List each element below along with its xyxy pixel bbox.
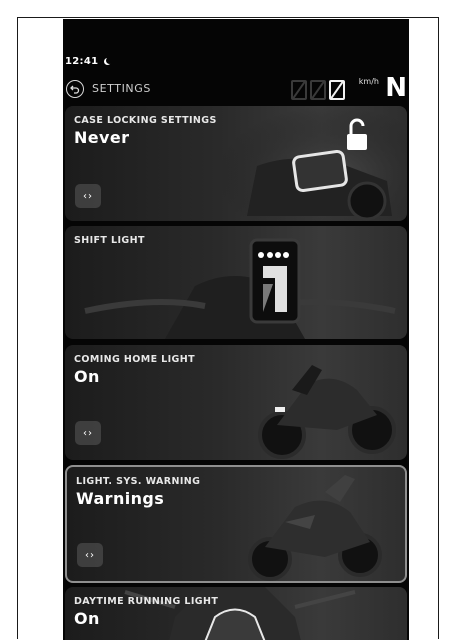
chevrons-icon: ‹› bbox=[83, 190, 93, 202]
motorcycle-illustration bbox=[248, 475, 382, 581]
card-label: CASE LOCKING SETTINGS bbox=[74, 115, 217, 126]
card-label: COMING HOME LIGHT bbox=[74, 354, 195, 365]
case-illustration bbox=[217, 106, 407, 221]
card-value: On bbox=[74, 367, 100, 386]
header-bar: SETTINGS km/h N bbox=[63, 73, 409, 103]
coming-home-light-card[interactable]: COMING HOME LIGHT On ‹› bbox=[65, 345, 407, 460]
card-value: On bbox=[74, 609, 100, 628]
page-title: SETTINGS bbox=[92, 82, 151, 95]
case-locking-card[interactable]: CASE LOCKING SETTINGS Never ‹› bbox=[65, 106, 407, 221]
card-label: LIGHT. SYS. WARNING bbox=[76, 476, 201, 487]
cycle-button[interactable]: ‹› bbox=[77, 543, 103, 567]
cycle-button[interactable]: ‹› bbox=[75, 184, 101, 208]
light-sys-warning-card[interactable]: LIGHT. SYS. WARNING Warnings ‹› bbox=[65, 465, 407, 583]
gear-indicator: N bbox=[385, 73, 407, 103]
card-label: DAYTIME RUNNING LIGHT bbox=[74, 596, 219, 607]
moon-icon bbox=[106, 57, 113, 64]
cycle-button[interactable]: ‹› bbox=[75, 421, 101, 445]
dashboard-screen: 12:41 SETTINGS km/h N CASE LOCKING SETTI… bbox=[63, 19, 409, 640]
status-bar: 12:41 bbox=[65, 56, 111, 67]
back-button[interactable] bbox=[66, 80, 84, 98]
speed-unit: km/h bbox=[358, 77, 379, 86]
card-label: SHIFT LIGHT bbox=[74, 235, 145, 246]
speed-digit bbox=[291, 80, 307, 100]
shift-light-card[interactable]: SHIFT LIGHT bbox=[65, 226, 407, 339]
card-value: Never bbox=[74, 128, 130, 147]
motorcycle-illustration bbox=[258, 365, 396, 459]
daytime-running-light-card[interactable]: DAYTIME RUNNING LIGHT On bbox=[65, 587, 407, 640]
chevrons-icon: ‹› bbox=[85, 549, 95, 561]
speed-digit-active bbox=[329, 80, 345, 100]
clock: 12:41 bbox=[65, 56, 99, 67]
card-value: Warnings bbox=[76, 489, 165, 508]
chevrons-icon: ‹› bbox=[83, 427, 93, 439]
speed-digit bbox=[310, 80, 326, 100]
speed-display bbox=[291, 80, 345, 100]
headlight-illustration bbox=[124, 587, 356, 640]
back-icon bbox=[70, 85, 80, 94]
